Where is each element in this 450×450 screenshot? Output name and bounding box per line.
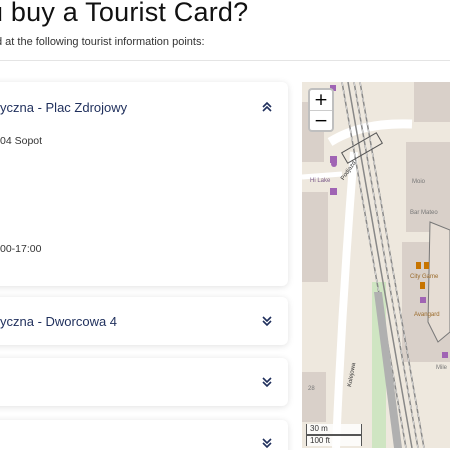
map[interactable]: Hi Lake Moio Bar Mateo City Game Avangar…	[302, 82, 450, 448]
page-subtitle: d at the following tourist information p…	[0, 36, 205, 48]
shop-icon[interactable]	[330, 156, 337, 163]
page-title: u buy a Tourist Card?	[0, 0, 249, 27]
shop-icon[interactable]	[442, 352, 448, 358]
info-point-card-plac-zdrojowy: yczna - Plac Zdrojowy 04 Sopot 00-17:00	[0, 82, 288, 286]
chevron-down-double-icon[interactable]	[260, 375, 274, 389]
info-point-card[interactable]	[0, 358, 288, 406]
zoom-in-button[interactable]: +	[310, 90, 332, 110]
divider	[0, 60, 450, 61]
map-label: Hi Lake	[310, 178, 331, 184]
chevron-down-double-icon[interactable]	[260, 436, 274, 450]
map-label: Avangard	[414, 312, 440, 318]
map-tiles	[302, 82, 450, 448]
card-opening-hours: 00-17:00	[0, 243, 42, 255]
info-point-card-dworcowa[interactable]: yczna - Dworcowa 4	[0, 297, 288, 345]
map-label: 28	[308, 386, 315, 392]
chevron-up-double-icon[interactable]	[260, 100, 274, 114]
info-point-card[interactable]	[0, 420, 288, 450]
map-label: Mile	[436, 365, 448, 371]
map-zoom-control: + −	[308, 88, 334, 132]
food-icon[interactable]	[424, 262, 429, 269]
map-scale-imperial: 100 ft	[306, 435, 362, 446]
card-title[interactable]: yczna - Dworcowa 4	[0, 314, 117, 329]
map-label: Bar Mateo	[410, 210, 438, 216]
zoom-out-button[interactable]: −	[310, 110, 332, 131]
food-icon[interactable]	[416, 262, 421, 269]
card-address: 04 Sopot	[0, 135, 43, 147]
shop-icon[interactable]	[330, 188, 337, 195]
shop-icon[interactable]	[420, 297, 426, 303]
bar-icon[interactable]	[420, 282, 425, 289]
map-label: Moio	[412, 179, 426, 185]
map-label: City Game	[410, 274, 439, 280]
card-title[interactable]: yczna - Plac Zdrojowy	[0, 100, 127, 115]
chevron-down-double-icon[interactable]	[260, 314, 274, 328]
map-scale-metric: 30 m	[306, 424, 362, 435]
